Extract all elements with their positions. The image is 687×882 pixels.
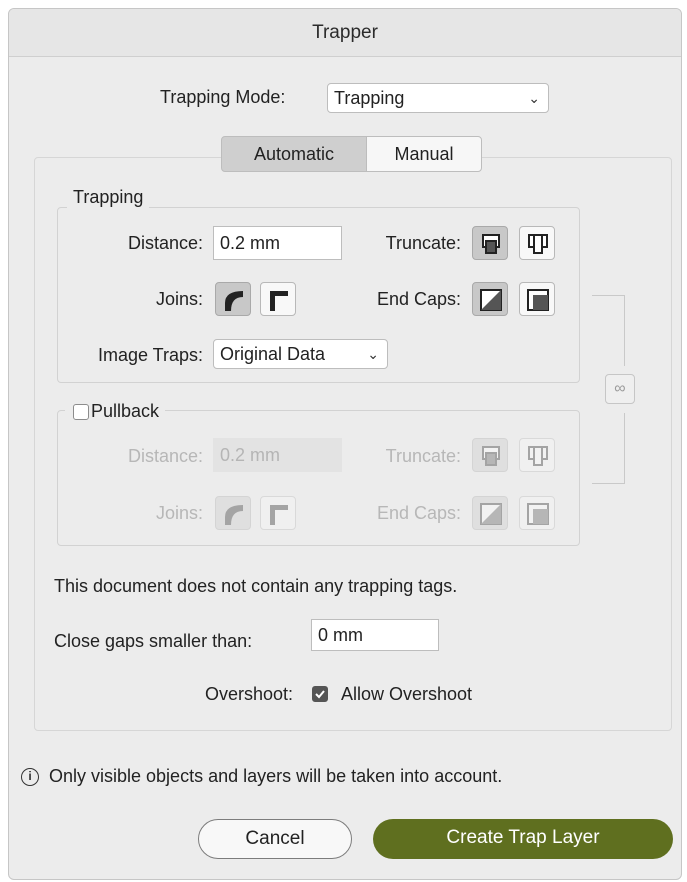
pullback-truncate-off-icon[interactable] [519,438,555,472]
pullback-joins-label: Joins: [155,503,203,523]
chain-link-icon[interactable]: ∞ [605,374,635,404]
chevron-down-icon: ⌄ [528,90,540,106]
trapping-distance-field[interactable]: 0.2 mm [213,226,342,260]
pullback-miter-join-icon[interactable] [260,496,296,530]
info-icon: i [21,768,39,786]
tab-manual[interactable]: Manual [366,136,482,172]
pullback-distance-field[interactable]: 0.2 mm [213,438,342,472]
create-trap-layer-button[interactable]: Create Trap Layer [373,819,673,859]
trapping-mode-value: Trapping [334,88,405,108]
tab-automatic[interactable]: Automatic [221,136,367,172]
round-join-icon[interactable] [215,282,251,316]
pullback-distance-label: Distance: [127,446,203,466]
pullback-truncate-label: Truncate: [385,446,461,466]
image-traps-label: Image Traps: [97,345,203,365]
overshoot-label: Overshoot: [205,684,294,704]
link-bracket-bottom [592,413,625,484]
allow-overshoot-checkbox[interactable] [312,686,328,702]
endcap-overlap-icon[interactable] [472,282,508,316]
window-title: Trapper [9,9,681,57]
trapping-endcaps-label: End Caps: [376,289,461,309]
close-gaps-label: Close gaps smaller than: [54,631,253,651]
miter-join-icon[interactable] [260,282,296,316]
trapping-distance-label: Distance: [127,233,203,253]
pullback-truncate-on-icon[interactable] [472,438,508,472]
trapping-truncate-label: Truncate: [385,233,461,253]
close-gaps-field[interactable]: 0 mm [311,619,439,651]
truncate-off-icon[interactable] [519,226,555,260]
pullback-round-join-icon[interactable] [215,496,251,530]
pullback-checkbox[interactable] [73,404,89,420]
no-trapping-tags-text: This document does not contain any trapp… [54,576,458,596]
image-traps-select[interactable]: Original Data ⌄ [213,339,388,369]
info-text: Only visible objects and layers will be … [49,766,503,786]
allow-overshoot-label: Allow Overshoot [341,684,473,704]
cancel-button[interactable]: Cancel [198,819,352,859]
pullback-endcaps-label: End Caps: [376,503,461,523]
image-traps-value: Original Data [220,344,326,364]
pullback-endcap-overlap-icon[interactable] [472,496,508,530]
chevron-down-icon: ⌄ [367,346,379,362]
checkmark-icon [315,690,325,699]
trapping-mode-label: Trapping Mode: [160,87,286,107]
pullback-endcap-square-icon[interactable] [519,496,555,530]
link-bracket-top [592,295,625,366]
truncate-on-icon[interactable] [472,226,508,260]
trapping-mode-select[interactable]: Trapping ⌄ [327,83,549,113]
endcap-square-icon[interactable] [519,282,555,316]
trapping-joins-label: Joins: [155,289,203,309]
trapping-legend: Trapping [67,187,150,208]
trapper-dialog: Trapper Trapping Mode: Trapping ⌄ Automa… [8,8,682,880]
